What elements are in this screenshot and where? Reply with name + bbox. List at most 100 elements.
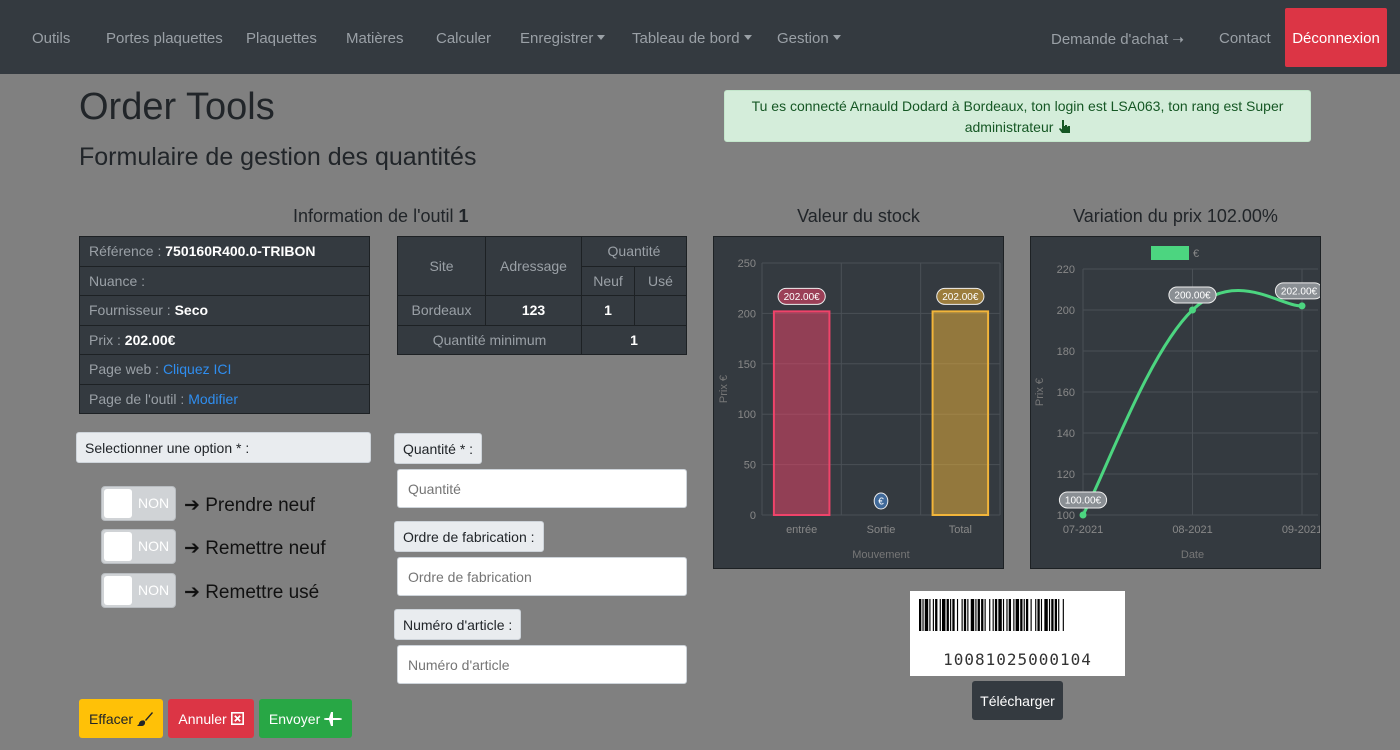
barcode-bar <box>946 599 949 631</box>
barcode-bar <box>929 599 931 631</box>
login-alert: Tu es connecté Arnauld Dodard à Bordeaux… <box>724 90 1311 142</box>
barcode-bar <box>981 599 984 631</box>
price-value: 202.00€ <box>124 331 176 348</box>
barcode-bar <box>992 599 994 631</box>
nav-outils[interactable]: Outils <box>32 0 70 74</box>
toggle-remettre-neuf[interactable]: NON <box>101 529 176 564</box>
nav-matieres[interactable]: Matières <box>346 0 404 74</box>
barcode-bar <box>1008 599 1011 631</box>
barcode-bar <box>1058 599 1060 631</box>
nav-gestion-label: Gestion <box>777 30 829 47</box>
barcode-bar <box>977 599 980 631</box>
x-axis-label: Date <box>1181 549 1204 561</box>
barcode-bar <box>942 599 946 631</box>
x-axis-label: Mouvement <box>852 549 909 561</box>
toggle-knob <box>104 576 132 605</box>
reference-label: Référence : <box>89 243 166 260</box>
min-qty-label: Quantité minimum <box>397 324 582 355</box>
page-title: Order Tools <box>79 86 275 128</box>
y-tick-label: 150 <box>738 359 756 371</box>
download-button[interactable]: Télécharger <box>972 681 1063 720</box>
clear-label: Effacer <box>89 711 134 727</box>
web-cell: Page web : Cliquez ICI <box>79 354 370 385</box>
caret-down-icon <box>743 35 752 41</box>
barcode-bar <box>998 599 1002 631</box>
clear-button[interactable]: Effacer <box>79 699 163 738</box>
site-cell: Bordeaux <box>397 295 486 326</box>
line-data-label: 200.00€ <box>1174 291 1211 302</box>
info-section-title: Information de l'outil 1 <box>293 206 469 227</box>
web-page-link[interactable]: Cliquez ICI <box>163 361 231 377</box>
barcode-bar <box>1002 599 1005 631</box>
address-cell: 123 <box>485 295 582 326</box>
arrow-right-icon: ➔ <box>184 495 200 516</box>
barcode-bar <box>975 599 977 631</box>
y-tick-label: 100 <box>738 409 756 421</box>
tool-info-table: Référence : 750160R400.0-TRIBON Nuance :… <box>79 236 370 414</box>
order-input[interactable] <box>397 557 687 596</box>
plane-icon <box>324 712 343 726</box>
logout-button[interactable]: Déconnexion <box>1285 8 1387 67</box>
nav-demande-achat[interactable]: Demande d'achat ➝ <box>1051 0 1184 74</box>
x-tick-label: Total <box>949 524 972 536</box>
y-tick-label: 180 <box>1057 346 1075 358</box>
used-qty-cell <box>634 295 687 326</box>
arrow-right-icon: ➔ <box>184 582 200 603</box>
min-qty-value: 1 <box>581 324 687 355</box>
bar-2 <box>931 310 990 516</box>
table-row: Page de l'outil : Modifier <box>79 383 370 414</box>
nav-gestion-dropdown[interactable]: Gestion <box>777 0 841 74</box>
barcode-bar <box>932 599 934 631</box>
toggle-state: NON <box>138 582 170 598</box>
table-row: Page web : Cliquez ICI <box>79 354 370 385</box>
nav-calculer[interactable]: Calculer <box>436 0 491 74</box>
nav-contact[interactable]: Contact <box>1219 0 1271 74</box>
close-square-icon <box>230 712 244 725</box>
barcode-bar <box>1035 599 1037 631</box>
price-variation-chart: 100 120 140 160 180 200 220 07-2021 08-2021 09-20… <box>1030 236 1324 569</box>
pointing-hand-icon <box>1059 120 1071 133</box>
bar-data-label: 202.00€ <box>942 292 979 303</box>
page-subtitle: Formulaire de gestion des quantités <box>79 143 477 171</box>
toggle-prendre-neuf[interactable]: NON <box>101 486 176 521</box>
new-qty-cell: 1 <box>581 295 635 326</box>
barcode-bar <box>1048 599 1051 631</box>
address-header: Adressage <box>485 236 582 296</box>
data-point <box>1189 306 1196 314</box>
barcode-bar <box>989 599 991 631</box>
nav-portes-plaquettes[interactable]: Portes plaquettes <box>106 0 223 74</box>
nav-plaquettes[interactable]: Plaquettes <box>246 0 317 74</box>
price-label: Prix : <box>89 331 125 348</box>
stock-value-chart: 0 50 100 150 200 250 202.00€ entrée € Sortie 202.0… <box>713 236 1004 569</box>
quantity-header: Quantité <box>581 236 687 267</box>
bar-0 <box>772 310 831 516</box>
article-input[interactable] <box>397 645 687 684</box>
x-tick-label: entrée <box>786 524 817 536</box>
legend-swatch <box>1151 246 1189 260</box>
option-label: Remettre usé <box>205 582 320 603</box>
y-tick-label: 200 <box>738 308 756 320</box>
cancel-button[interactable]: Annuler <box>168 699 254 738</box>
nav-demande-label: Demande d'achat <box>1051 31 1169 48</box>
modify-link[interactable]: Modifier <box>188 391 238 407</box>
nuance-cell: Nuance : <box>79 265 370 296</box>
quantity-input[interactable] <box>397 469 687 508</box>
barcode-bar <box>950 599 952 631</box>
y-tick-label: 160 <box>1057 387 1075 399</box>
toggle-remettre-use[interactable]: NON <box>101 573 176 608</box>
stock-chart-svg: 0 50 100 150 200 250 202.00€ entrée € Sortie 202.0… <box>718 258 1001 561</box>
barcode-bar <box>994 599 998 631</box>
option-remettre-use: ➔ Remettre usé <box>184 581 319 604</box>
nav-tableau-label: Tableau de bord <box>632 30 740 47</box>
nav-tableau-de-bord-dropdown[interactable]: Tableau de bord <box>632 0 752 74</box>
toggle-state: NON <box>138 495 170 511</box>
send-button[interactable]: Envoyer <box>259 699 352 738</box>
y-axis-label: Prix € <box>718 375 730 403</box>
arrow-right-icon: ➝ <box>1172 31 1185 47</box>
new-header: Neuf <box>581 265 635 296</box>
arrow-right-icon: ➔ <box>184 538 200 559</box>
barcode-bar <box>1015 599 1020 631</box>
barcode-bar <box>1062 599 1064 631</box>
price-cell: Prix : 202.00€ <box>79 324 370 355</box>
nav-enregistrer-dropdown[interactable]: Enregistrer <box>520 0 606 74</box>
